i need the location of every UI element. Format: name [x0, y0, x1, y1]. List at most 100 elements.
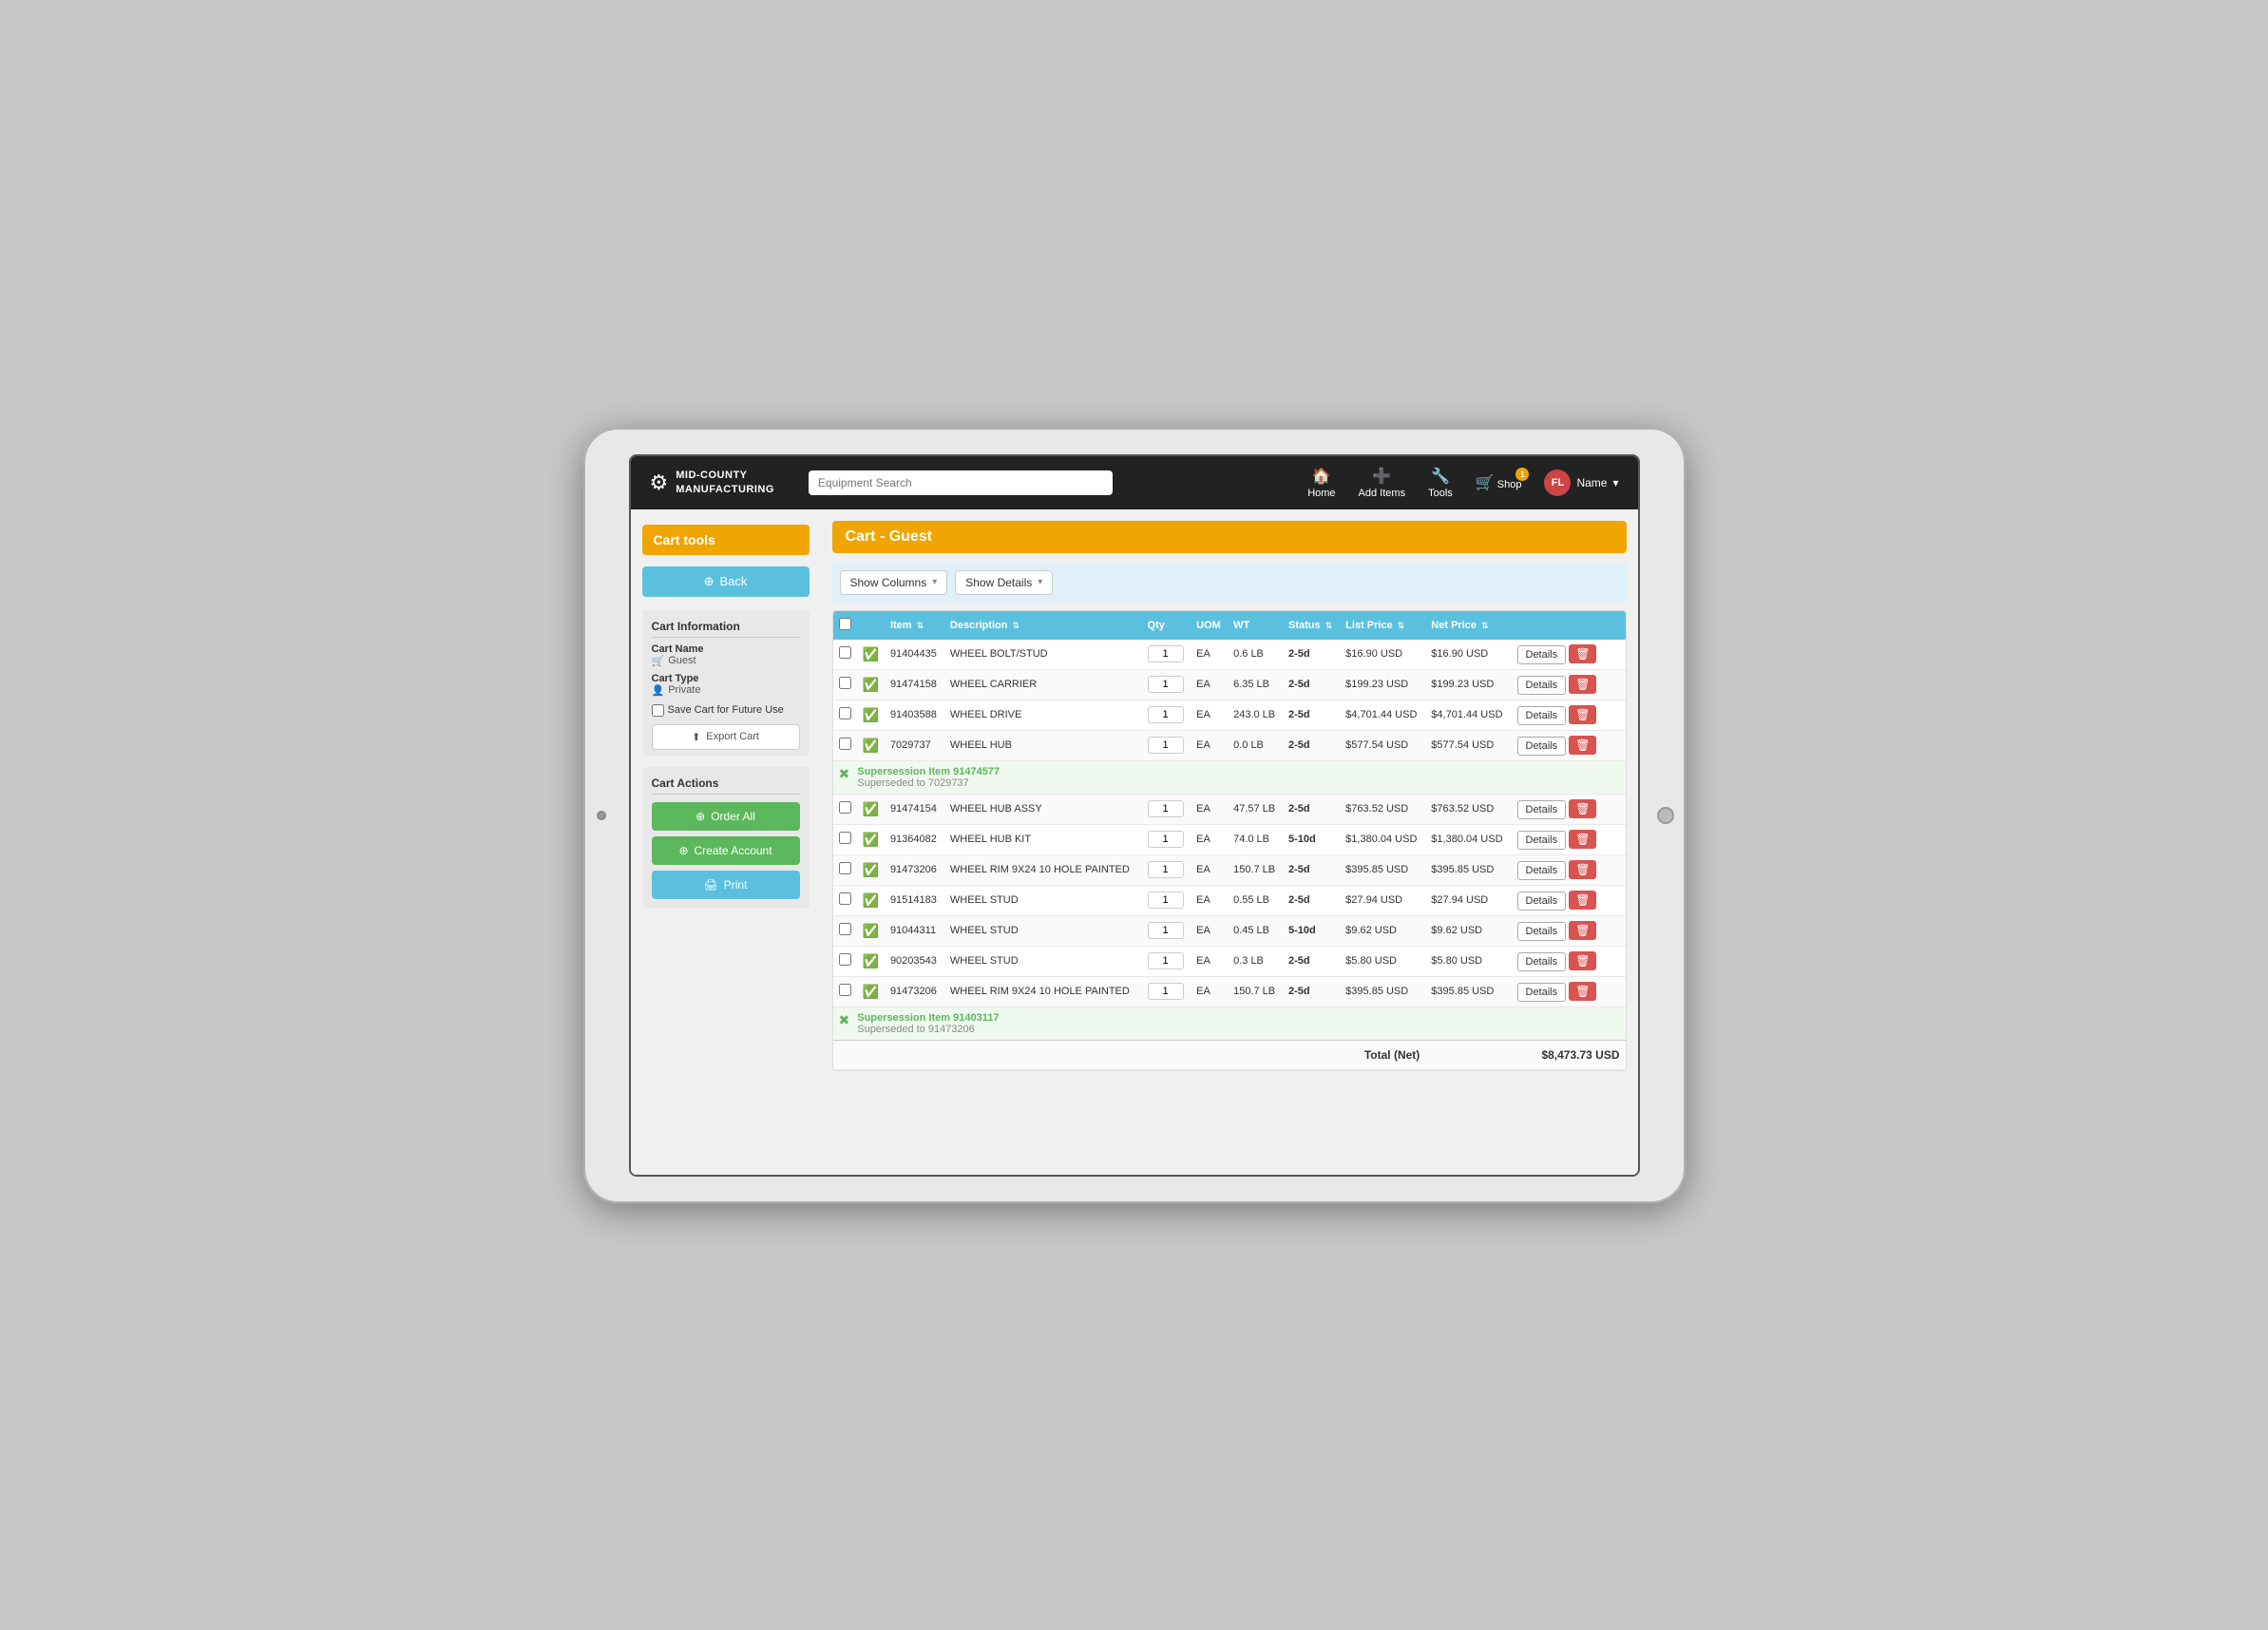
qty-input[interactable] [1148, 645, 1184, 662]
details-button[interactable]: Details [1517, 831, 1567, 850]
cell-list-price: $199.23 USD [1340, 669, 1425, 700]
cell-item: 91403588 [885, 700, 944, 730]
row-checkbox[interactable] [839, 801, 851, 814]
total-row: Total (Net) $8,473.73 USD [833, 1040, 1626, 1069]
user-menu[interactable]: FL Name ▾ [1544, 470, 1618, 496]
qty-input[interactable] [1148, 706, 1184, 723]
cell-description: WHEEL RIM 9X24 10 HOLE PAINTED [944, 854, 1142, 885]
cart-icon: 🛒 [652, 655, 665, 667]
export-icon: ⬆ [692, 731, 700, 743]
delete-button[interactable]: 🗑 [1569, 982, 1596, 1001]
select-all-checkbox[interactable] [839, 618, 851, 630]
delete-button[interactable]: 🗑 [1569, 921, 1596, 940]
back-button[interactable]: ⊕ Back [642, 566, 810, 597]
delete-button[interactable]: 🗑 [1569, 705, 1596, 724]
details-button[interactable]: Details [1517, 983, 1567, 1002]
details-button[interactable]: Details [1517, 800, 1567, 819]
details-button[interactable]: Details [1517, 676, 1567, 695]
details-button[interactable]: Details [1517, 737, 1567, 756]
add-icon: ➕ [1372, 467, 1391, 486]
order-icon: ⊕ [696, 810, 705, 823]
cart-type-value: 👤 Private [652, 684, 800, 697]
row-checkbox[interactable] [839, 646, 851, 659]
order-all-button[interactable]: ⊕ Order All [652, 802, 800, 831]
show-columns-button[interactable]: Show Columns ▾ [840, 570, 948, 595]
print-button[interactable]: 🖨 Print [652, 871, 800, 899]
delete-button[interactable]: 🗑 [1569, 951, 1596, 970]
print-icon: 🖨 [704, 878, 718, 892]
row-checkbox[interactable] [839, 832, 851, 844]
check-icon: ✅ [863, 738, 879, 753]
qty-input[interactable] [1148, 922, 1184, 939]
row-checkbox[interactable] [839, 862, 851, 874]
show-details-button[interactable]: Show Details ▾ [955, 570, 1053, 595]
toolbar-row: Show Columns ▾ Show Details ▾ [832, 563, 1627, 603]
delete-button[interactable]: 🗑 [1569, 830, 1596, 849]
row-checkbox[interactable] [839, 984, 851, 996]
row-checkbox[interactable] [839, 738, 851, 750]
delete-button[interactable]: 🗑 [1569, 891, 1596, 910]
cell-list-price: $4,701.44 USD [1340, 700, 1425, 730]
tablet-home-button[interactable] [1657, 807, 1674, 824]
nav-add-items[interactable]: ➕ Add Items [1359, 467, 1406, 499]
delete-button[interactable]: 🗑 [1569, 644, 1596, 663]
check-icon: ✅ [863, 984, 879, 999]
row-checkbox[interactable] [839, 953, 851, 966]
cell-list-price: $27.94 USD [1340, 885, 1425, 915]
row-checkbox[interactable] [839, 923, 851, 935]
chevron-down-icon: ▾ [1038, 577, 1042, 587]
table-row: ✅ 91474154 WHEEL HUB ASSY EA 47.57 LB 2-… [833, 794, 1626, 824]
cell-uom: EA [1191, 730, 1228, 760]
delete-button[interactable]: 🗑 [1569, 736, 1596, 755]
qty-input[interactable] [1148, 800, 1184, 817]
cell-wt: 0.55 LB [1228, 885, 1283, 915]
row-checkbox[interactable] [839, 707, 851, 719]
qty-input[interactable] [1148, 737, 1184, 754]
nav-tools[interactable]: 🔧 Tools [1428, 467, 1453, 499]
row-checkbox[interactable] [839, 892, 851, 905]
delete-button[interactable]: 🗑 [1569, 675, 1596, 694]
sidebar: Cart tools ⊕ Back Cart Information Cart … [631, 509, 821, 1175]
qty-input[interactable] [1148, 952, 1184, 969]
save-cart-checkbox-label[interactable]: Save Cart for Future Use [652, 704, 800, 717]
total-value: $8,473.73 USD [1541, 1048, 1619, 1062]
cell-net-price: $395.85 USD [1425, 854, 1511, 885]
check-icon: ✅ [863, 953, 879, 968]
details-button[interactable]: Details [1517, 645, 1567, 664]
delete-button[interactable]: 🗑 [1569, 860, 1596, 879]
nav-shop[interactable]: 🛒 1 Shop [1476, 473, 1522, 492]
details-button[interactable]: Details [1517, 861, 1567, 880]
chevron-down-icon: ▾ [932, 577, 937, 587]
qty-input[interactable] [1148, 861, 1184, 878]
col-status: Status ⇅ [1283, 611, 1340, 640]
export-cart-button[interactable]: ⬆ Export Cart [652, 724, 800, 750]
cell-wt: 0.0 LB [1228, 730, 1283, 760]
delete-button[interactable]: 🗑 [1569, 799, 1596, 818]
cell-list-price: $5.80 USD [1340, 946, 1425, 976]
details-button[interactable]: Details [1517, 892, 1567, 911]
brand-name: MID-COUNTY MANUFACTURING [676, 469, 774, 496]
cell-item: 91474154 [885, 794, 944, 824]
col-list-price: List Price ⇅ [1340, 611, 1425, 640]
qty-input[interactable] [1148, 983, 1184, 1000]
nav-home[interactable]: 🏠 Home [1307, 467, 1335, 499]
qty-input[interactable] [1148, 831, 1184, 848]
cell-list-price: $395.85 USD [1340, 854, 1425, 885]
save-cart-checkbox[interactable] [652, 704, 664, 717]
cell-uom: EA [1191, 915, 1228, 946]
create-account-button[interactable]: ⊕ Create Account [652, 836, 800, 865]
qty-input[interactable] [1148, 676, 1184, 693]
cell-net-price: $9.62 USD [1425, 915, 1511, 946]
details-button[interactable]: Details [1517, 922, 1567, 941]
search-input[interactable] [809, 470, 1113, 495]
cell-wt: 0.45 LB [1228, 915, 1283, 946]
qty-input[interactable] [1148, 892, 1184, 909]
details-button[interactable]: Details [1517, 706, 1567, 725]
cell-description: WHEEL BOLT/STUD [944, 640, 1142, 670]
row-checkbox[interactable] [839, 677, 851, 689]
table-row: ✅ 91403588 WHEEL DRIVE EA 243.0 LB 2-5d … [833, 700, 1626, 730]
table-row: ✅ 91473206 WHEEL RIM 9X24 10 HOLE PAINTE… [833, 854, 1626, 885]
cell-item: 91404435 [885, 640, 944, 670]
details-button[interactable]: Details [1517, 952, 1567, 971]
cell-item: 90203543 [885, 946, 944, 976]
